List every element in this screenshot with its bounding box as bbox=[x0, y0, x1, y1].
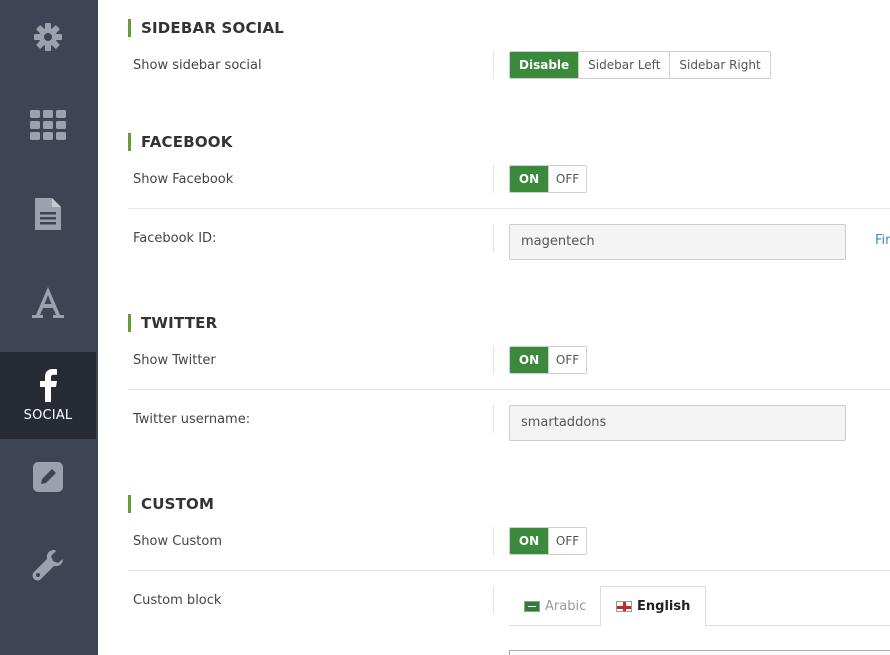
facebook-id-help-link[interactable]: Fir bbox=[875, 233, 890, 248]
section-title-custom: CUSTOM bbox=[128, 495, 214, 513]
sidebar-item-typography[interactable] bbox=[0, 276, 96, 328]
row-separator bbox=[128, 570, 890, 571]
facebook-off-button[interactable]: OFF bbox=[548, 166, 586, 192]
row-divider bbox=[493, 224, 494, 252]
english-flag-icon bbox=[616, 601, 632, 612]
row-divider bbox=[493, 165, 494, 193]
twitter-on-button[interactable]: ON bbox=[510, 347, 548, 373]
show-twitter-toggle: ON OFF bbox=[509, 346, 587, 374]
sidebar-left-button[interactable]: Sidebar Left bbox=[578, 52, 670, 78]
sidebar-right-button[interactable]: Sidebar Right bbox=[669, 52, 770, 78]
sidebar-item-label: SOCIAL bbox=[23, 408, 73, 423]
custom-block-editor[interactable] bbox=[509, 650, 890, 655]
row-divider bbox=[493, 51, 494, 79]
show-facebook-toggle: ON OFF bbox=[509, 165, 587, 193]
sidebar-item-layout[interactable] bbox=[0, 100, 96, 150]
show-sidebar-social-label: Show sidebar social bbox=[133, 58, 262, 73]
row-divider bbox=[493, 586, 494, 614]
edit-icon bbox=[33, 462, 63, 492]
twitter-off-button[interactable]: OFF bbox=[548, 347, 586, 373]
row-separator bbox=[128, 389, 890, 390]
show-facebook-label: Show Facebook bbox=[133, 172, 234, 187]
grid-icon bbox=[30, 110, 66, 140]
sidebar-item-social[interactable]: SOCIAL bbox=[0, 352, 96, 439]
facebook-id-input[interactable]: magentech bbox=[509, 224, 846, 260]
section-title-facebook: FACEBOOK bbox=[128, 133, 233, 151]
section-title-sidebar-social: SIDEBAR SOCIAL bbox=[128, 19, 284, 37]
sidebar-item-custom-css[interactable] bbox=[0, 452, 96, 502]
tab-arabic[interactable]: Arabic bbox=[509, 586, 601, 626]
row-divider bbox=[493, 346, 494, 374]
row-divider bbox=[493, 527, 494, 555]
custom-on-button[interactable]: ON bbox=[510, 528, 548, 554]
sidebar-social-position-group: Disable Sidebar Left Sidebar Right bbox=[509, 51, 771, 79]
sidebar-nav: SOCIAL bbox=[0, 0, 98, 655]
twitter-username-input[interactable]: smartaddons bbox=[509, 405, 846, 441]
row-divider bbox=[493, 405, 494, 433]
show-twitter-label: Show Twitter bbox=[133, 353, 216, 368]
twitter-username-label: Twitter username: bbox=[133, 412, 251, 427]
tab-label: Arabic bbox=[545, 598, 587, 614]
custom-off-button[interactable]: OFF bbox=[548, 528, 586, 554]
sidebar-item-pages[interactable] bbox=[0, 188, 96, 240]
language-tabs: Arabic English bbox=[509, 586, 890, 627]
facebook-id-label: Facebook ID: bbox=[133, 231, 217, 246]
tab-english[interactable]: English bbox=[600, 586, 707, 627]
disable-button[interactable]: Disable bbox=[510, 52, 579, 78]
document-icon bbox=[35, 198, 61, 230]
facebook-on-button[interactable]: ON bbox=[510, 166, 548, 192]
settings-panel: SIDEBAR SOCIAL Show sidebar social Disab… bbox=[128, 0, 890, 655]
custom-block-label: Custom block bbox=[133, 593, 222, 608]
section-title-twitter: TWITTER bbox=[128, 314, 217, 332]
facebook-icon bbox=[40, 369, 57, 402]
arabic-flag-icon bbox=[524, 600, 540, 612]
gear-icon bbox=[34, 23, 62, 51]
show-custom-label: Show Custom bbox=[133, 534, 223, 549]
row-separator bbox=[128, 208, 890, 209]
wrench-icon bbox=[32, 550, 63, 581]
tab-label: English bbox=[637, 599, 691, 614]
sidebar-item-settings[interactable] bbox=[0, 12, 96, 62]
show-custom-toggle: ON OFF bbox=[509, 527, 587, 555]
font-icon bbox=[32, 287, 64, 318]
sidebar-item-tools[interactable] bbox=[0, 540, 96, 590]
